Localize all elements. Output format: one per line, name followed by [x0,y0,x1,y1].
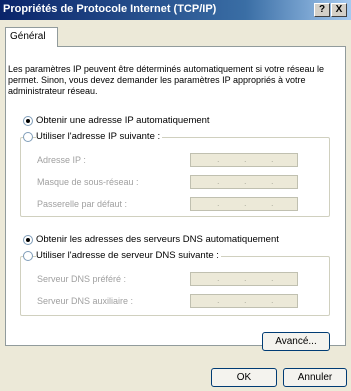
title-bar[interactable]: Propriétés de Protocole Internet (TCP/IP… [0,0,351,20]
dns-auto-radio[interactable] [23,235,33,245]
dns-auto-label[interactable]: Obtenir les adresses des serveurs DNS au… [36,234,281,245]
dialog-window: Propriétés de Protocole Internet (TCP/IP… [0,0,351,391]
advanced-button[interactable]: Avancé... [262,332,330,351]
ip-separator: . [217,198,220,208]
ip-auto-label[interactable]: Obtenir une adresse IP automatiquement [36,115,212,126]
cancel-button[interactable]: Annuler [283,368,347,387]
ip-separator: . [244,154,247,164]
preferred-dns-field[interactable]: . . . [190,272,298,286]
ip-separator: . [271,273,274,283]
close-button[interactable]: X [331,3,347,17]
ip-separator: . [271,295,274,305]
ip-address-field[interactable]: . . . [190,153,298,167]
subnet-mask-field[interactable]: . . . [190,175,298,189]
gateway-label: Passerelle par défaut : [37,199,128,209]
ip-separator: . [244,295,247,305]
ip-auto-radio[interactable] [23,116,33,126]
preferred-dns-label: Serveur DNS préféré : [37,274,127,284]
alternate-dns-label: Serveur DNS auxiliaire : [37,296,134,306]
ip-separator: . [244,273,247,283]
ip-separator: . [271,154,274,164]
ip-separator: . [271,198,274,208]
ip-separator: . [244,176,247,186]
tab-general[interactable]: Général [5,27,58,47]
ip-separator: . [217,176,220,186]
ip-separator: . [244,198,247,208]
window-title: Propriétés de Protocole Internet (TCP/IP… [3,3,217,15]
gateway-field[interactable]: . . . [190,197,298,211]
dns-manual-label[interactable]: Utiliser l'adresse de serveur DNS suivan… [36,250,221,261]
ip-separator: . [271,176,274,186]
ip-separator: . [217,295,220,305]
ip-manual-label[interactable]: Utiliser l'adresse IP suivante : [36,131,163,142]
ip-manual-radio[interactable] [23,132,33,142]
description-text: Les paramètres IP peuvent être déterminé… [8,64,325,96]
subnet-mask-label: Masque de sous-réseau : [37,177,139,187]
ip-separator: . [217,154,220,164]
help-button[interactable]: ? [314,3,330,17]
ok-button[interactable]: OK [211,368,277,387]
dns-manual-radio[interactable] [23,251,33,261]
ip-separator: . [217,273,220,283]
ip-address-label: Adresse IP : [37,155,86,165]
alternate-dns-field[interactable]: . . . [190,294,298,308]
